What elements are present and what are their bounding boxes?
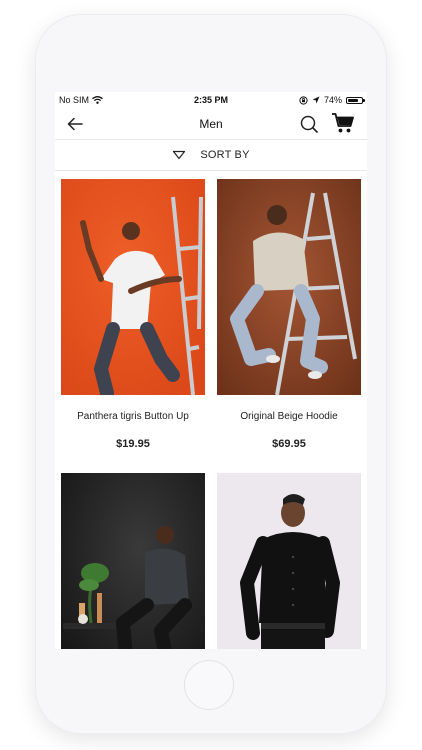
product-photo-black-shirt (217, 473, 361, 649)
product-image[interactable] (217, 179, 361, 395)
app-screen: No SIM 2:35 PM 74% Men SORT BY Panthera … (55, 92, 367, 649)
product-image[interactable] (61, 473, 205, 649)
product-photo-orange-shirt (61, 179, 205, 395)
battery-icon (346, 96, 365, 104)
orientation-lock-icon (299, 95, 308, 105)
status-bar: No SIM 2:35 PM 74% (55, 92, 367, 108)
nav-bar: Men (55, 108, 367, 140)
battery-level (348, 98, 358, 102)
chevron-down-icon (173, 150, 186, 160)
battery-percent: 74% (323, 95, 342, 105)
product-name[interactable]: Original Beige Hoodie (217, 411, 361, 422)
product-photo-dark-shirt-seated (61, 473, 205, 649)
location-arrow-icon (312, 96, 320, 104)
sort-by-button[interactable]: SORT BY (55, 140, 367, 171)
product-price: $69.95 (272, 438, 306, 450)
product-image[interactable] (61, 179, 205, 395)
sort-by-label: SORT BY (200, 149, 250, 161)
product-card[interactable]: Panthera tigris Button Up $19.95 (61, 179, 205, 450)
product-photo-beige-hoodie (217, 179, 361, 395)
product-image[interactable] (217, 473, 361, 649)
page-title: Men (199, 117, 223, 131)
battery-tip (363, 99, 365, 102)
product-price: $19.95 (116, 438, 150, 450)
product-card[interactable] (61, 473, 205, 649)
product-name[interactable]: Panthera tigris Button Up (61, 411, 205, 422)
cart-icon[interactable] (331, 112, 355, 134)
status-right: 74% (299, 95, 365, 105)
product-card[interactable]: Original Beige Hoodie $69.95 (217, 179, 361, 450)
product-card[interactable] (217, 473, 361, 649)
search-icon[interactable] (299, 114, 319, 134)
home-button[interactable] (184, 660, 234, 710)
